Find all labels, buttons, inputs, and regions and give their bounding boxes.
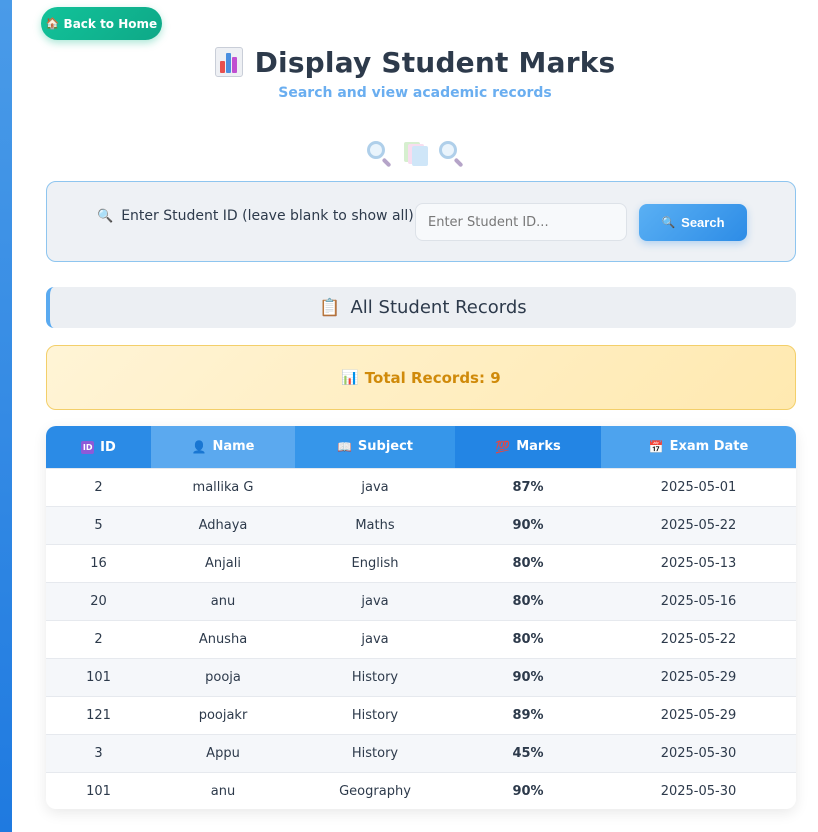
cell-name: mallika G xyxy=(151,467,295,506)
search-label: 🔍 Enter Student ID (leave blank to show … xyxy=(97,208,419,224)
table-row: 101 anu Geography 90% 2025-05-30 xyxy=(46,771,796,809)
cell-id: 20 xyxy=(46,581,151,620)
search-button-label: Search xyxy=(681,215,725,230)
cell-exam-date: 2025-05-22 xyxy=(601,619,796,658)
table-row: 2 mallika G java 87% 2025-05-01 xyxy=(46,467,796,506)
table-row: 101 pooja History 90% 2025-05-29 xyxy=(46,657,796,696)
cell-id: 121 xyxy=(46,695,151,734)
cell-exam-date: 2025-05-13 xyxy=(601,543,796,582)
cell-subject: java xyxy=(295,619,455,658)
column-header-name[interactable]: 👤 Name xyxy=(151,426,295,468)
cell-subject: History xyxy=(295,695,455,734)
cell-id: 2 xyxy=(46,467,151,506)
magnifier-icon xyxy=(366,140,392,168)
back-button-label: Back to Home xyxy=(63,16,158,31)
cell-subject: English xyxy=(295,543,455,582)
cell-id: 2 xyxy=(46,619,151,658)
search-label-text: Enter Student ID (leave blank to show al… xyxy=(121,208,419,224)
cell-exam-date: 2025-05-29 xyxy=(601,657,796,696)
magnifier-icon xyxy=(438,140,464,168)
calendar-icon: 📅 xyxy=(648,439,664,454)
cell-subject: Maths xyxy=(295,505,455,544)
section-title: All Student Records xyxy=(350,297,527,318)
total-records-label: Total Records: 9 xyxy=(364,368,501,387)
cell-id: 3 xyxy=(46,733,151,772)
cell-marks: 87% xyxy=(455,467,601,506)
cell-marks: 90% xyxy=(455,505,601,544)
cell-marks: 80% xyxy=(455,543,601,582)
cell-exam-date: 2025-05-29 xyxy=(601,695,796,734)
column-header-subject[interactable]: 📖 Subject xyxy=(295,426,455,468)
table-header-row: ID ID 👤 Name 📖 Subject 💯 Marks 📅 Exam Date xyxy=(46,426,796,468)
back-to-home-button[interactable]: 🏠 Back to Home xyxy=(41,7,162,40)
cell-name: Appu xyxy=(151,733,295,772)
page-header: Display Student Marks xyxy=(12,42,818,82)
cell-subject: History xyxy=(295,657,455,696)
column-header-id[interactable]: ID ID xyxy=(46,426,151,468)
cell-exam-date: 2025-05-16 xyxy=(601,581,796,620)
search-panel: 🔍 Enter Student ID (leave blank to show … xyxy=(46,181,796,262)
magnifier-icon: 🔍 xyxy=(661,217,676,229)
cell-name: Adhaya xyxy=(151,505,295,544)
cell-name: pooja xyxy=(151,657,295,696)
cell-name: poojakr xyxy=(151,695,295,734)
page-subtitle: Search and view academic records xyxy=(278,85,552,101)
column-header-marks[interactable]: 💯 Marks xyxy=(455,426,601,468)
total-records-badge: 📊 Total Records: 9 xyxy=(46,345,796,410)
cell-marks: 80% xyxy=(455,619,601,658)
hundred-points-icon: 💯 xyxy=(495,439,511,454)
cell-exam-date: 2025-05-30 xyxy=(601,771,796,809)
cell-marks: 80% xyxy=(455,581,601,620)
records-table: ID ID 👤 Name 📖 Subject 💯 Marks 📅 Exam Date 2 … xyxy=(46,426,796,809)
cell-marks: 89% xyxy=(455,695,601,734)
table-row: 5 Adhaya Maths 90% 2025-05-22 xyxy=(46,505,796,544)
cell-name: anu xyxy=(151,581,295,620)
clipboard-icon: 📋 xyxy=(319,297,341,318)
decorative-icons xyxy=(12,140,818,168)
book-icon: 📖 xyxy=(336,439,352,454)
cell-id: 16 xyxy=(46,543,151,582)
cell-name: Anjali xyxy=(151,543,295,582)
cell-marks: 90% xyxy=(455,657,601,696)
cell-exam-date: 2025-05-01 xyxy=(601,467,796,506)
table-row: 3 Appu History 45% 2025-05-30 xyxy=(46,733,796,772)
cell-name: Anusha xyxy=(151,619,295,658)
cell-id: 101 xyxy=(46,657,151,696)
table-row: 20 anu java 80% 2025-05-16 xyxy=(46,581,796,620)
table-row: 121 poojakr History 89% 2025-05-29 xyxy=(46,695,796,734)
column-header-exam-date[interactable]: 📅 Exam Date xyxy=(601,426,796,468)
cell-id: 101 xyxy=(46,771,151,809)
search-button[interactable]: 🔍 Search xyxy=(639,204,747,241)
bar-chart-icon xyxy=(214,47,243,77)
section-header: 📋 All Student Records xyxy=(46,287,796,328)
cell-subject: History xyxy=(295,733,455,772)
page-title: Display Student Marks xyxy=(254,45,616,79)
id-badge-icon: ID xyxy=(81,440,95,454)
main-panel: 🏠 Back to Home Display Student Marks Sea… xyxy=(12,0,818,832)
cell-exam-date: 2025-05-30 xyxy=(601,733,796,772)
magnifier-icon: 🔍 xyxy=(97,208,114,224)
cell-subject: Geography xyxy=(295,771,455,809)
house-icon: 🏠 xyxy=(45,17,60,30)
books-icon xyxy=(402,140,428,166)
cell-marks: 45% xyxy=(455,733,601,772)
student-id-input[interactable] xyxy=(415,203,627,241)
cell-exam-date: 2025-05-22 xyxy=(601,505,796,544)
cell-marks: 90% xyxy=(455,771,601,809)
table-row: 2 Anusha java 80% 2025-05-22 xyxy=(46,619,796,658)
table-row: 16 Anjali English 80% 2025-05-13 xyxy=(46,543,796,582)
person-icon: 👤 xyxy=(191,439,207,454)
cell-id: 5 xyxy=(46,505,151,544)
cell-subject: java xyxy=(295,581,455,620)
cell-subject: java xyxy=(295,467,455,506)
bar-chart-icon: 📊 xyxy=(341,369,359,386)
cell-name: anu xyxy=(151,771,295,809)
